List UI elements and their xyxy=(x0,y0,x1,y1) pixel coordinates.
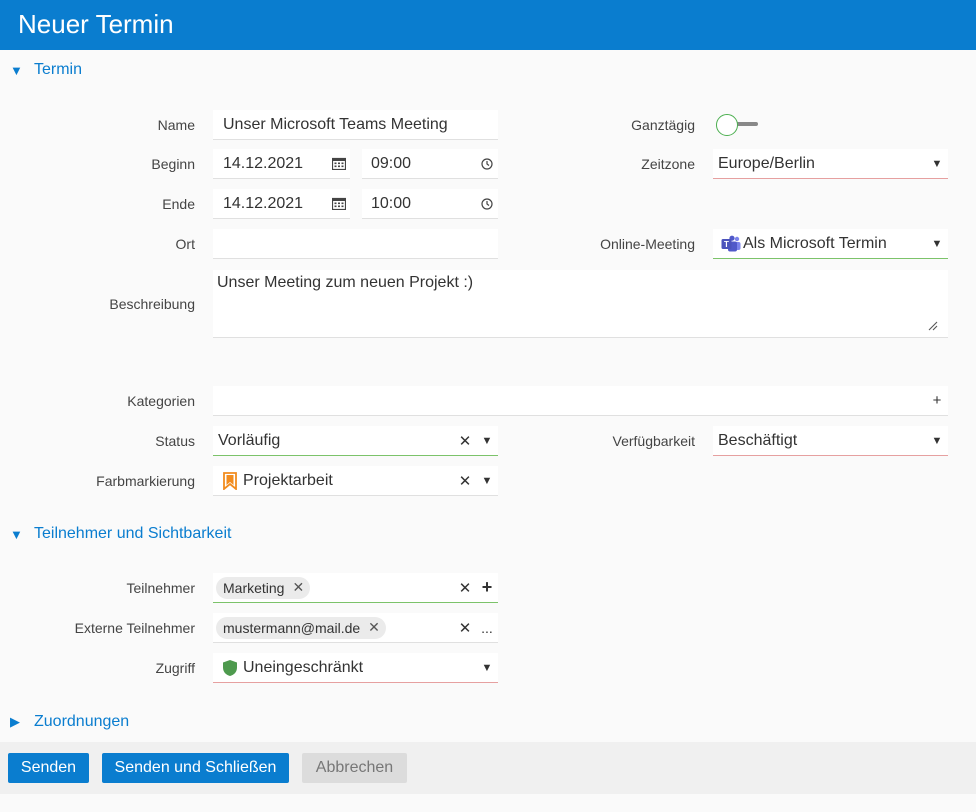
status-select[interactable]: Vorläufig ✕ ▼ xyxy=(213,426,498,456)
clear-icon[interactable]: ✕ xyxy=(454,619,476,637)
beginn-time-value: 09:00 xyxy=(371,154,412,172)
label-ort: Ort xyxy=(175,236,195,252)
clock-icon[interactable] xyxy=(476,197,498,210)
calendar-icon[interactable] xyxy=(328,197,350,210)
zugriff-select[interactable]: Uneingeschränkt ▼ xyxy=(213,653,498,683)
beschreibung-value: Unser Meeting zum neuen Projekt :) xyxy=(217,274,474,291)
label-ganztaegig: Ganztägig xyxy=(631,117,695,133)
more-dots-icon[interactable]: ... xyxy=(476,620,498,636)
dialog-header: Neuer Termin xyxy=(0,0,976,50)
zeitzone-value: Europe/Berlin xyxy=(718,154,815,172)
beginn-time-field[interactable]: 09:00 xyxy=(362,149,498,179)
externe-chip[interactable]: mustermann@mail.de ✕ xyxy=(216,616,386,639)
senden-und-schliessen-button[interactable]: Senden und Schließen xyxy=(102,753,289,783)
section-toggle-termin[interactable]: ▼ Termin xyxy=(10,59,82,81)
bookmark-icon xyxy=(219,471,241,490)
chip-label: Marketing xyxy=(223,579,285,596)
chip-remove-icon[interactable]: ✕ xyxy=(292,579,304,596)
calendar-icon[interactable] xyxy=(328,157,350,170)
shield-icon xyxy=(219,659,241,677)
clear-icon[interactable]: ✕ xyxy=(454,432,476,450)
section-toggle-teilnehmer[interactable]: ▼ Teilnehmer und Sichtbarkeit xyxy=(10,523,231,545)
verfuegbarkeit-value: Beschäftigt xyxy=(718,431,798,449)
caret-down-icon[interactable]: ▼ xyxy=(926,435,948,447)
farbmarkierung-value: Projektarbeit xyxy=(243,471,333,489)
section-toggle-zuordnungen[interactable]: ▶ Zuordnungen xyxy=(10,711,129,733)
chip-label: mustermann@mail.de xyxy=(223,619,361,636)
zugriff-value: Uneingeschränkt xyxy=(243,658,364,676)
caret-down-icon[interactable]: ▼ xyxy=(476,662,498,674)
online-meeting-value: Als Microsoft Termin xyxy=(743,234,887,252)
caret-down-icon[interactable]: ▼ xyxy=(926,238,948,250)
triangle-down-icon: ▼ xyxy=(10,62,23,78)
name-field[interactable]: Unser Microsoft Teams Meeting xyxy=(213,110,498,140)
teilnehmer-field[interactable]: Marketing ✕ ✕ + xyxy=(213,573,498,603)
beschreibung-textarea[interactable]: Unser Meeting zum neuen Projekt :) xyxy=(213,270,948,338)
label-ende: Ende xyxy=(162,196,195,212)
resize-handle-icon[interactable] xyxy=(926,319,938,331)
label-teilnehmer: Teilnehmer xyxy=(126,580,195,596)
triangle-right-icon: ▶ xyxy=(10,714,20,729)
label-name: Name xyxy=(157,117,195,133)
online-meeting-select[interactable]: T Als Microsoft Termin ▼ xyxy=(713,229,948,259)
caret-down-icon[interactable]: ▼ xyxy=(476,475,498,487)
teams-icon: T xyxy=(719,235,743,253)
label-status: Status xyxy=(155,433,195,449)
label-zugriff: Zugriff xyxy=(155,660,195,676)
ende-time-field[interactable]: 10:00 xyxy=(362,189,498,219)
status-value: Vorläufig xyxy=(218,431,281,449)
ende-time-value: 10:00 xyxy=(371,194,412,212)
teilnehmer-chip[interactable]: Marketing ✕ xyxy=(216,576,311,599)
label-zeitzone: Zeitzone xyxy=(641,156,695,172)
beginn-date-field[interactable]: 14.12.2021 xyxy=(213,149,350,179)
label-beginn: Beginn xyxy=(151,156,195,172)
caret-down-icon[interactable]: ▼ xyxy=(926,158,948,170)
name-value: Unser Microsoft Teams Meeting xyxy=(223,115,448,133)
label-farbmarkierung: Farbmarkierung xyxy=(96,473,195,489)
label-externe-teilnehmer: Externe Teilnehmer xyxy=(74,620,195,636)
clear-icon[interactable]: ✕ xyxy=(454,579,476,597)
triangle-down-icon: ▼ xyxy=(10,526,23,542)
label-kategorien: Kategorien xyxy=(127,393,195,409)
zeitzone-select[interactable]: Europe/Berlin ▼ xyxy=(713,149,948,179)
label-beschreibung: Beschreibung xyxy=(109,296,195,312)
ende-date-value: 14.12.2021 xyxy=(223,194,304,212)
abbrechen-button[interactable]: Abbrechen xyxy=(302,753,407,783)
ort-field[interactable] xyxy=(213,229,498,259)
plus-icon[interactable]: + xyxy=(926,392,948,409)
section-title-teilnehmer: Teilnehmer und Sichtbarkeit xyxy=(34,525,232,542)
label-verfuegbarkeit: Verfügbarkeit xyxy=(612,433,696,449)
farbmarkierung-select[interactable]: Projektarbeit ✕ ▼ xyxy=(213,466,498,496)
verfuegbarkeit-select[interactable]: Beschäftigt ▼ xyxy=(713,426,948,456)
externe-teilnehmer-field[interactable]: mustermann@mail.de ✕ ✕ ... xyxy=(213,613,498,643)
chip-remove-icon[interactable]: ✕ xyxy=(368,619,380,636)
dialog-title: Neuer Termin xyxy=(18,9,174,39)
caret-down-icon[interactable]: ▼ xyxy=(476,435,498,447)
plus-icon[interactable]: + xyxy=(476,577,498,598)
clear-icon[interactable]: ✕ xyxy=(454,472,476,490)
clock-icon[interactable] xyxy=(476,157,498,170)
label-online-meeting: Online-Meeting xyxy=(600,236,695,252)
svg-text:T: T xyxy=(724,240,729,249)
section-title-termin: Termin xyxy=(34,61,83,78)
ende-date-field[interactable]: 14.12.2021 xyxy=(213,189,350,219)
beginn-date-value: 14.12.2021 xyxy=(223,154,304,172)
section-title-zuordnungen: Zuordnungen xyxy=(34,713,130,730)
kategorien-field[interactable]: + xyxy=(213,386,948,416)
senden-button[interactable]: Senden xyxy=(8,753,89,783)
toggle-knob xyxy=(716,114,738,136)
ganztaegig-toggle[interactable] xyxy=(716,113,760,137)
